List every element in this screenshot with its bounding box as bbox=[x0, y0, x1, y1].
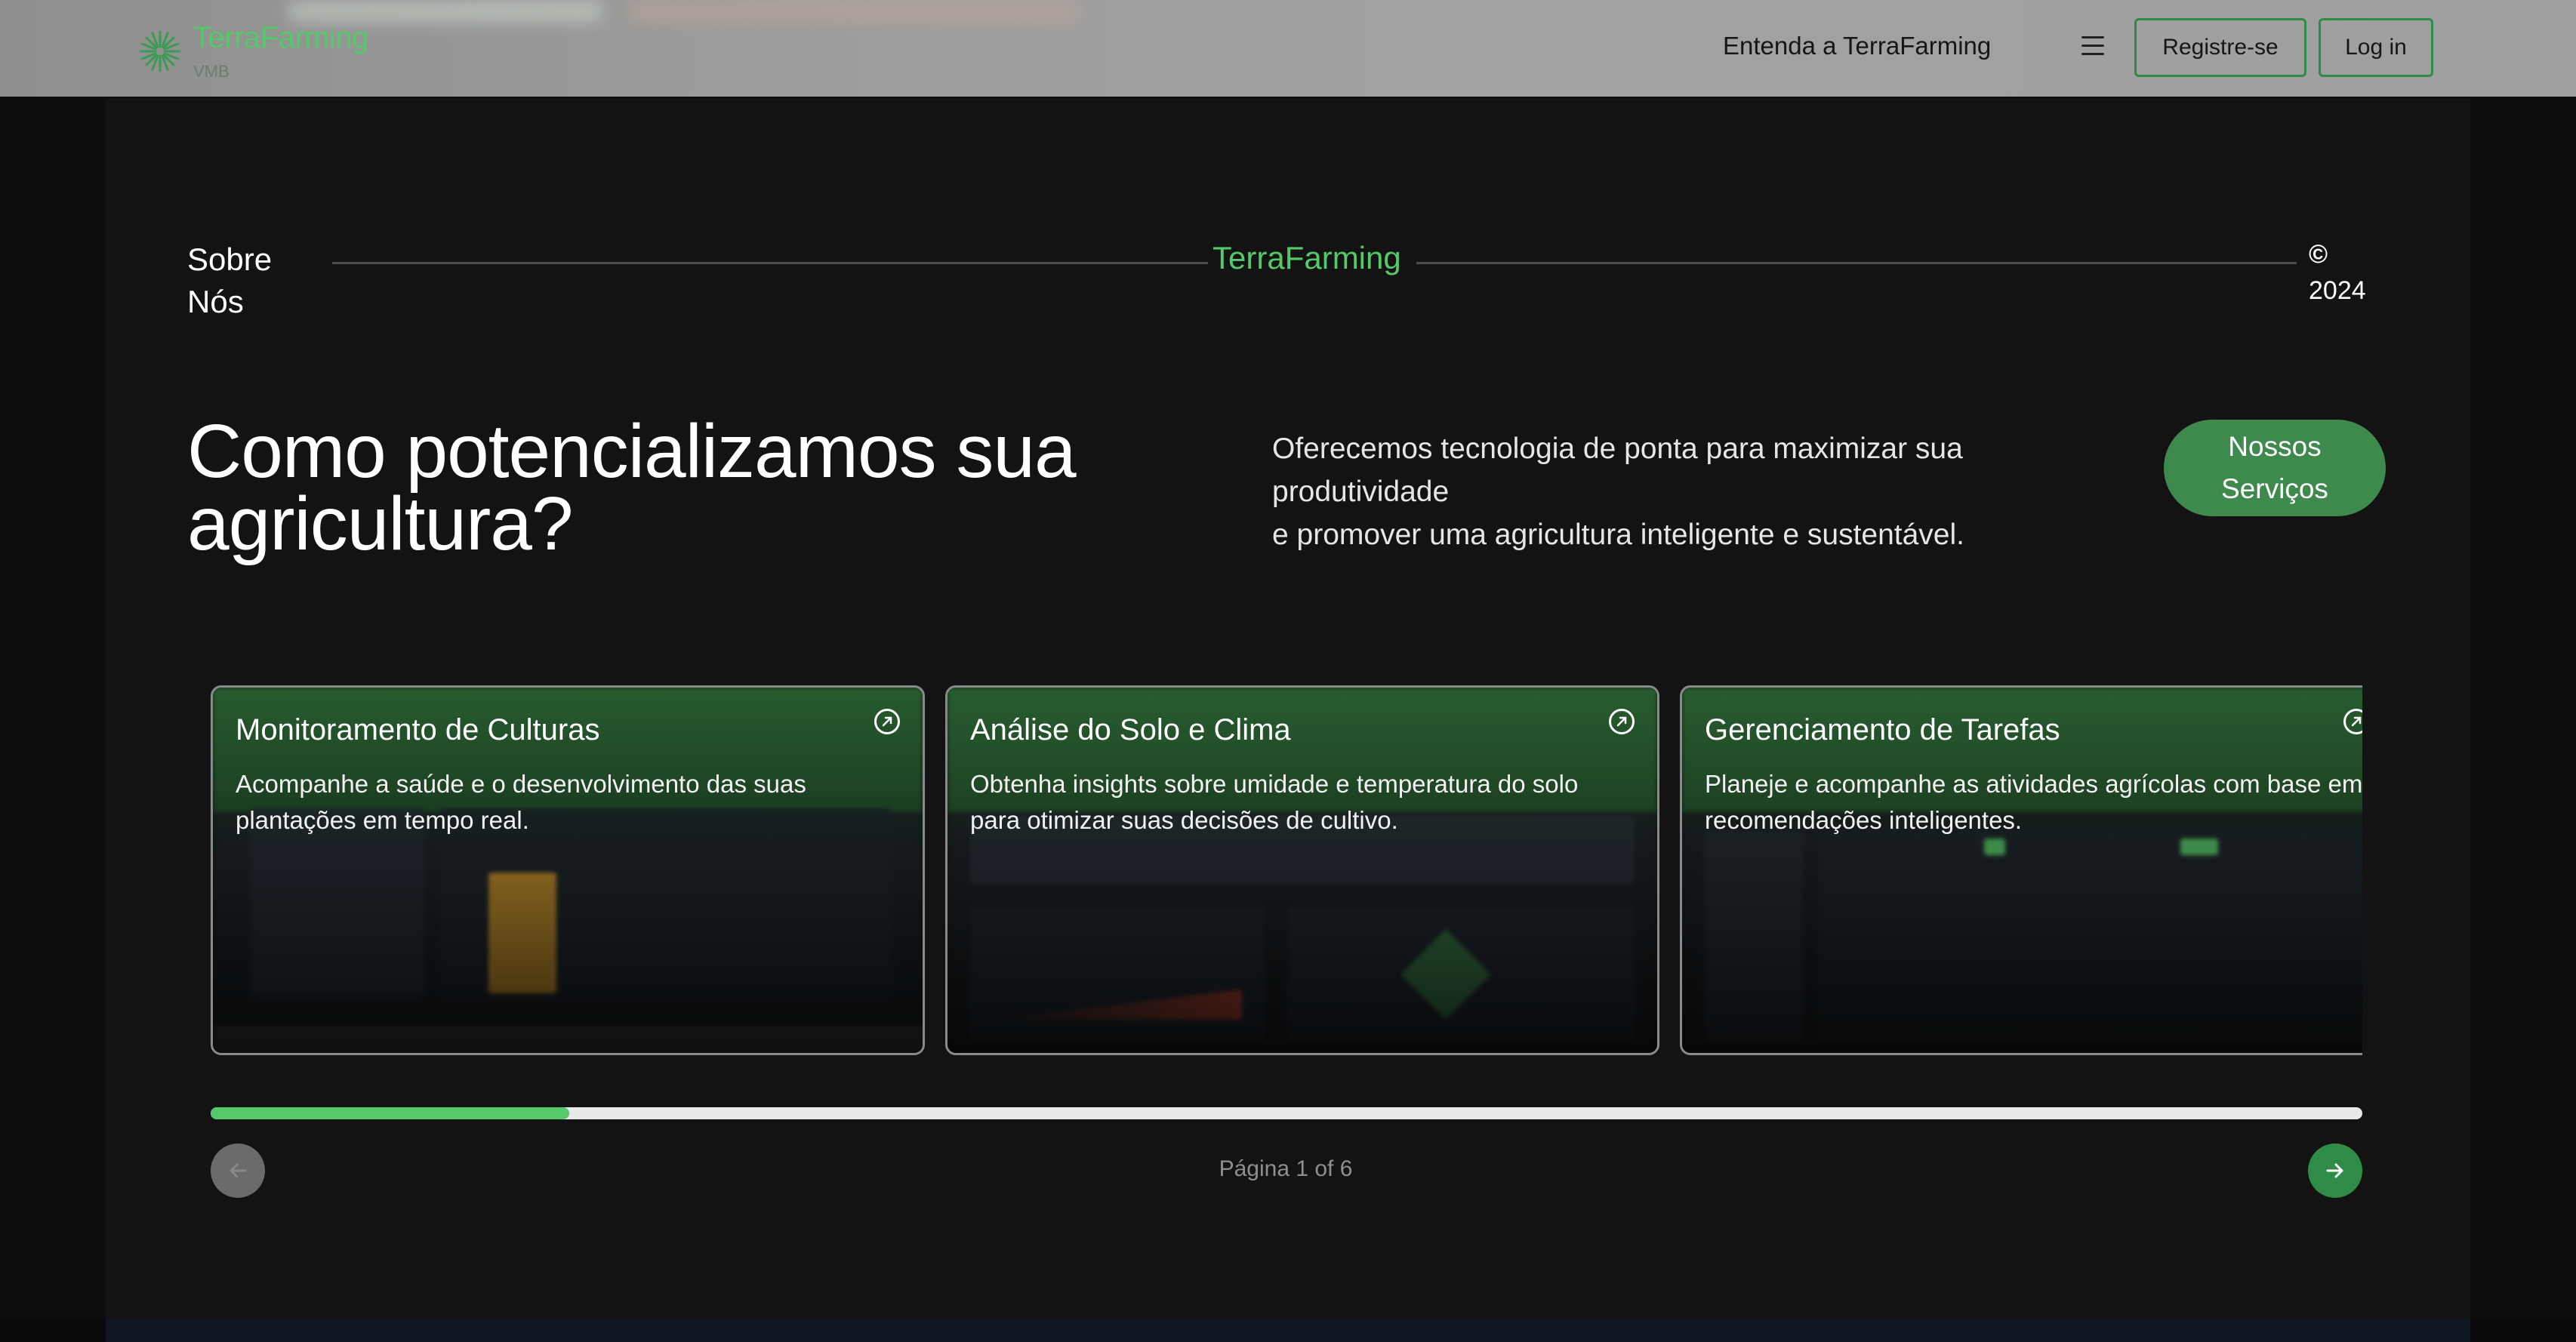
services-button[interactable]: Nossos Serviços bbox=[2164, 420, 2386, 516]
page-gutter-right bbox=[2470, 97, 2576, 1342]
about-label-line1: Sobre bbox=[187, 242, 273, 277]
about-label: Sobre Nós bbox=[187, 239, 272, 323]
login-button[interactable]: Log in bbox=[2319, 18, 2433, 77]
services-carousel: Monitoramento de Culturas Acompanhe a sa… bbox=[211, 684, 2362, 1061]
hero-title-line2: agricultura? bbox=[187, 482, 574, 566]
hero-desc-line3: e promover uma agricultura inteligente e… bbox=[1272, 519, 1964, 551]
service-card[interactable]: Monitoramento de Culturas Acompanhe a sa… bbox=[211, 685, 925, 1055]
service-card[interactable]: Análise do Solo e Clima Obtenha insights… bbox=[945, 685, 1659, 1055]
page-gutter-left bbox=[0, 97, 106, 1342]
top-navbar: TerraFarming VMB Entenda a TerraFarming … bbox=[0, 0, 2576, 97]
about-brand: TerraFarming bbox=[1213, 240, 1401, 275]
sunburst-logo-icon[interactable] bbox=[137, 29, 183, 74]
hero-desc-line2: produtividade bbox=[1272, 476, 1450, 508]
arrow-right-icon bbox=[2326, 1163, 2343, 1178]
card-description: Acompanhe a saúde e o desenvolvimento da… bbox=[236, 770, 806, 834]
external-arrow-icon[interactable] bbox=[874, 709, 900, 734]
carousel-progress-bar bbox=[211, 1107, 2362, 1119]
card-title: Monitoramento de Culturas bbox=[236, 713, 600, 746]
brand-subtitle: VMB bbox=[193, 62, 230, 81]
header-backdrop bbox=[287, 0, 604, 23]
services-button-line1: Nossos bbox=[2228, 431, 2322, 462]
services-button-line2: Serviços bbox=[2221, 473, 2328, 504]
carousel-progress-fill bbox=[211, 1107, 570, 1119]
hero-desc-line1: Oferecemos tecnologia de ponta para maxi… bbox=[1272, 432, 1963, 465]
card-title: Análise do Solo e Clima bbox=[970, 713, 1291, 746]
carousel-prev-button[interactable] bbox=[211, 1143, 265, 1198]
register-button[interactable]: Registre-se bbox=[2134, 18, 2306, 77]
hero-title: Como potencializamos sua agricultura? bbox=[187, 414, 1244, 562]
arrow-left-icon bbox=[230, 1163, 247, 1178]
footer-strip bbox=[0, 1318, 2576, 1342]
service-card[interactable]: Gerenciamento de Tarefas Planeje e acomp… bbox=[1680, 685, 2362, 1055]
hero-description: Oferecemos tecnologia de ponta para maxi… bbox=[1272, 427, 2140, 556]
card-description: Planeje e acompanhe as atividades agríco… bbox=[1705, 770, 2362, 834]
card-title: Gerenciamento de Tarefas bbox=[1705, 713, 2060, 746]
copyright-year: 2024 bbox=[2309, 276, 2366, 305]
external-arrow-icon[interactable] bbox=[1609, 709, 1635, 734]
carousel-page-indicator: Página 1 of 6 bbox=[1219, 1156, 1353, 1181]
divider-line bbox=[332, 262, 1208, 264]
copyright-symbol: © bbox=[2309, 240, 2328, 269]
header-backdrop bbox=[627, 0, 1080, 23]
card-description: Obtenha insights sobre umidade e tempera… bbox=[970, 770, 1579, 834]
about-label-line2: Nós bbox=[187, 284, 244, 319]
hamburger-menu-icon[interactable] bbox=[2081, 36, 2104, 56]
divider-line bbox=[1416, 262, 2297, 264]
carousel-next-button[interactable] bbox=[2308, 1143, 2362, 1198]
brand-name[interactable]: TerraFarming bbox=[193, 21, 368, 55]
nav-link-about[interactable]: Entenda a TerraFarming bbox=[1723, 32, 1991, 60]
